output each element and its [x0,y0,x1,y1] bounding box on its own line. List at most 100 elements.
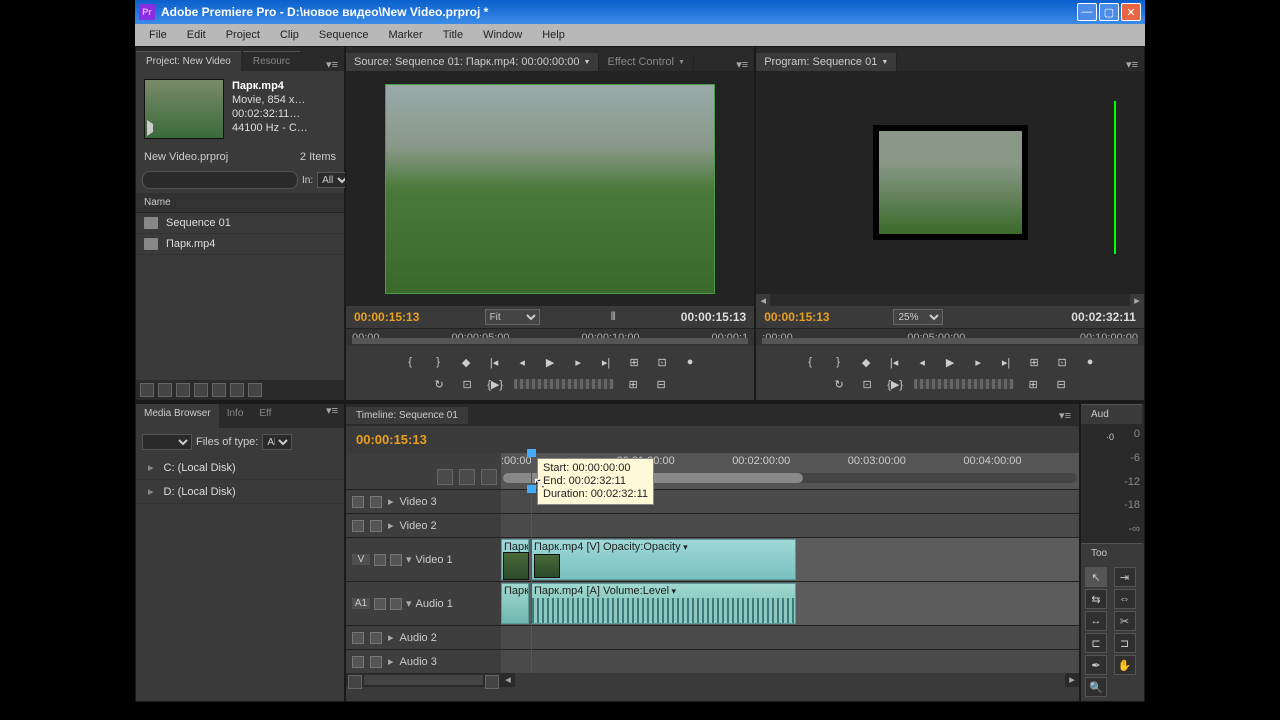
delete-button[interactable] [248,383,262,397]
chevron-right-icon[interactable]: ▸ [388,495,394,508]
ripple-tool[interactable]: ⇆ [1085,589,1107,609]
list-item[interactable]: Sequence 01 [136,213,344,234]
step-back-button[interactable]: ◂ [513,354,531,370]
settings-button[interactable]: ⊟ [1052,376,1070,392]
track-header[interactable]: A1 ▾ Audio 1 [346,582,501,625]
take-video-button[interactable]: ⊞ [624,376,642,392]
clip-audio[interactable]: Парк [501,583,529,624]
chevron-right-icon[interactable]: ▸ [388,519,394,532]
take-audio-button[interactable]: ⊟ [652,376,670,392]
automate-button[interactable] [176,383,190,397]
panel-menu-icon[interactable]: ▾≡ [1051,409,1079,422]
tab-program[interactable]: Program: Sequence 01▼ [756,53,897,71]
directory-select[interactable] [142,434,192,450]
go-out-button[interactable]: ▸| [597,354,615,370]
play-button[interactable]: ▶ [541,354,559,370]
program-video-view[interactable] [756,71,1144,294]
panel-menu-icon[interactable]: ▾≡ [326,404,344,428]
program-hscroll[interactable] [770,294,1130,306]
drive-item[interactable]: ▸ D: (Local Disk) [136,480,344,504]
program-ruler[interactable]: :00:00 00:05:00:00 00:10:00:00 [756,328,1144,346]
marker-button[interactable] [459,469,475,485]
step-fwd-button[interactable]: ▸ [569,354,587,370]
track-lane[interactable]: Парк Парк.mp4 [A] Volume:Level ▾ [501,582,1079,625]
menu-sequence[interactable]: Sequence [311,27,377,43]
razor-tool[interactable]: ✂ [1114,611,1136,631]
panel-menu-icon[interactable]: ▾≡ [736,58,754,71]
tab-effects[interactable]: Eff [251,404,279,428]
list-view-button[interactable] [140,383,154,397]
tab-info[interactable]: Info [219,404,252,428]
export-frame-button[interactable]: ● [681,354,699,370]
timeline-scrollbar[interactable] [515,673,1065,687]
mark-out-button[interactable]: } [829,354,847,370]
track-header[interactable]: ▸ Audio 3 [346,650,501,673]
lock-icon[interactable] [390,598,402,610]
menu-window[interactable]: Window [475,27,530,43]
pen-tool[interactable]: ✒ [1085,655,1107,675]
source-patch-a1[interactable]: A1 [352,598,370,609]
snap-button[interactable] [437,469,453,485]
trim-button[interactable]: ⊞ [1024,376,1042,392]
track-select-tool[interactable]: ⇥ [1114,567,1136,587]
loop-button[interactable]: ↻ [430,376,448,392]
marker-button[interactable]: ◆ [857,354,875,370]
scroll-right-icon[interactable]: ▸ [1130,294,1144,306]
tab-source[interactable]: Source: Sequence 01: Парк.mp4: 00:00:00:… [346,53,599,71]
speaker-icon[interactable] [352,632,364,644]
step-fwd-button[interactable]: ▸ [969,354,987,370]
jog-shuttle[interactable] [514,379,614,389]
rate-stretch-tool[interactable]: ↔ [1085,611,1107,631]
source-video-view[interactable] [346,71,754,306]
mark-in-button[interactable]: { [401,354,419,370]
icon-view-button[interactable] [158,383,172,397]
titlebar[interactable]: Pr Adobe Premiere Pro - D:\новое видео\N… [135,0,1145,24]
mark-out-button[interactable]: } [429,354,447,370]
chevron-down-icon[interactable]: ▾ [406,553,412,566]
clip-video[interactable]: Парк.mp4 [V] Opacity:Opacity ▾ [531,539,796,580]
slide-tool[interactable]: ⊐ [1114,633,1136,653]
minimize-button[interactable]: — [1077,3,1097,21]
lock-icon[interactable] [370,632,382,644]
track-header[interactable]: ▸ Video 3 [346,490,501,513]
track-lane[interactable] [501,626,1079,649]
timeline-timecode[interactable]: 00:00:15:13 [346,426,1079,453]
track-lane[interactable]: Парк Парк.mp4 [V] Opacity:Opacity ▾ [501,538,1079,581]
new-bin-button[interactable] [212,383,226,397]
in-out-button[interactable]: {▶} [886,376,904,392]
files-type-select[interactable]: Al [262,434,292,450]
track-header[interactable]: V ▾ Video 1 [346,538,501,581]
track-header[interactable]: ▸ Video 2 [346,514,501,537]
track-lane[interactable]: Start: 00:00:00:00 End: 00:02:32:11 Dura… [501,490,1079,513]
panel-menu-icon[interactable]: ▾≡ [1126,58,1144,71]
track-lane[interactable] [501,514,1079,537]
program-tc-in[interactable]: 00:00:15:13 [764,310,829,324]
playhead[interactable] [531,453,532,489]
jog-shuttle[interactable] [914,379,1014,389]
rolling-tool[interactable]: ⇔ [1114,589,1136,609]
close-button[interactable]: ✕ [1121,3,1141,21]
scroll-left-icon[interactable]: ◂ [756,294,770,306]
extract-button[interactable]: ⊡ [1053,354,1071,370]
eye-icon[interactable] [352,496,364,508]
tab-timeline[interactable]: Timeline: Sequence 01 [346,407,468,424]
tab-effect-controls[interactable]: Effect Control▼ [599,53,693,71]
menu-edit[interactable]: Edit [179,27,214,43]
drive-item[interactable]: ▸ C: (Local Disk) [136,456,344,480]
go-out-button[interactable]: ▸| [997,354,1015,370]
export-frame-button[interactable]: ● [1081,354,1099,370]
track-header[interactable]: ▸ Audio 2 [346,626,501,649]
tab-media-browser[interactable]: Media Browser [136,404,219,428]
zoom-tool[interactable]: 🔍 [1085,677,1107,697]
menu-file[interactable]: File [141,27,175,43]
hand-tool[interactable]: ✋ [1114,655,1136,675]
tab-resource[interactable]: Resourc [243,51,300,71]
slip-tool[interactable]: ⊏ [1085,633,1107,653]
ruler-scroll[interactable] [352,338,748,344]
lock-icon[interactable] [370,496,382,508]
menu-help[interactable]: Help [534,27,573,43]
new-item-button[interactable] [230,383,244,397]
loop-button[interactable]: ↻ [830,376,848,392]
lock-icon[interactable] [370,520,382,532]
zoom-slider[interactable] [364,675,483,685]
